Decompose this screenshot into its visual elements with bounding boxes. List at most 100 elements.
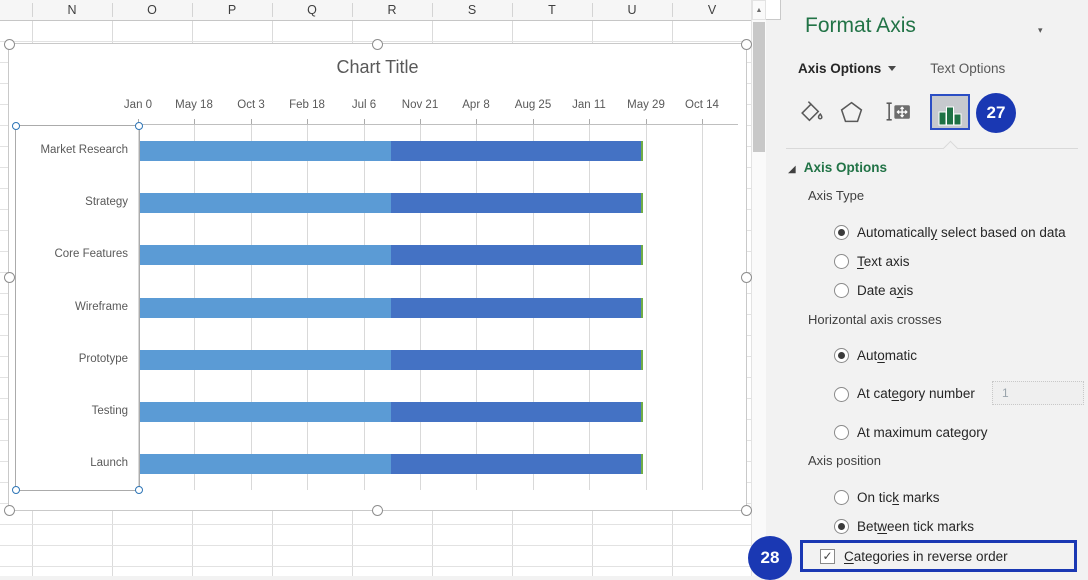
bar-segment-series3[interactable] [641, 298, 643, 318]
chart-gridline [646, 125, 647, 490]
chart-resize-handle[interactable] [4, 272, 15, 283]
axis-options-section-header[interactable]: ◢ Axis Options [788, 160, 887, 175]
column-header[interactable]: S [432, 0, 512, 20]
radio-icon[interactable] [834, 224, 849, 240]
bar-segment-series3[interactable] [641, 402, 643, 422]
bar-segment-series1[interactable] [139, 141, 391, 161]
paint-bucket-icon [801, 101, 823, 122]
bar-segment-series3[interactable] [641, 245, 643, 265]
radio-date-axis[interactable]: Date axis [834, 280, 913, 300]
checkbox-icon[interactable]: ✓ [820, 548, 835, 564]
axis-type-label: Axis Type [808, 188, 865, 203]
chart-resize-handle[interactable] [4, 505, 15, 516]
pane-corner-box [766, 0, 781, 20]
chart-resize-handle[interactable] [741, 272, 752, 283]
radio-icon[interactable] [834, 424, 849, 440]
pane-collapse-icon[interactable]: ▾ [1038, 25, 1043, 36]
axis-selection-handle[interactable] [12, 486, 20, 494]
x-axis-tick-label: Apr 8 [462, 99, 490, 111]
chart-resize-handle[interactable] [372, 39, 383, 50]
radio-automatically-select[interactable]: Automatically select based on data [834, 222, 1066, 242]
bar-segment-series1[interactable] [139, 245, 391, 265]
axis-tick-mark [702, 119, 703, 124]
chart-resize-handle[interactable] [741, 39, 752, 50]
bar-segment-series1[interactable] [139, 454, 391, 474]
radio-automatic[interactable]: Automatic [834, 345, 917, 365]
radio-between-tick-marks[interactable]: Between tick marks [834, 516, 974, 536]
column-header[interactable]: U [592, 0, 672, 20]
bar-segment-series1[interactable] [139, 298, 391, 318]
axis-options-dropdown-icon[interactable] [888, 66, 897, 71]
column-header-row[interactable]: NOPQRSTUV [0, 0, 751, 21]
chart-resize-handle[interactable] [741, 505, 752, 516]
bar-segment-series1[interactable] [139, 193, 391, 213]
effects-button[interactable] [838, 98, 865, 125]
bar-segment-series2[interactable] [391, 141, 641, 161]
checkbox-categories-reverse-order[interactable]: ✓ Categories in reverse order [820, 546, 1008, 566]
bar-segment-series3[interactable] [641, 350, 643, 370]
radio-text-axis[interactable]: Text axis [834, 251, 910, 271]
bar-segment-series3[interactable] [641, 141, 643, 161]
plot-area[interactable] [138, 119, 738, 490]
column-header[interactable]: O [112, 0, 192, 20]
x-axis-tick-label: Jan 0 [123, 99, 153, 111]
annotation-badge-28: 28 [748, 536, 792, 580]
x-axis-tick-label: Oct 3 [237, 99, 265, 111]
category-number-input[interactable]: 1 [992, 381, 1084, 405]
axis-tick-mark [194, 119, 195, 124]
axis-tick-mark [476, 119, 477, 124]
column-header[interactable]: V [672, 0, 752, 20]
section-expanded-icon[interactable]: ◢ [788, 164, 796, 175]
tab-text-options[interactable]: Text Options [930, 61, 1005, 76]
axis-selection-handle[interactable] [135, 122, 143, 130]
radio-icon[interactable] [834, 282, 849, 298]
grid-hline [0, 545, 751, 546]
radio-on-tick-marks[interactable]: On tick marks [834, 487, 940, 507]
bar-segment-series1[interactable] [139, 402, 391, 422]
format-axis-pane: Format Axis ▾ Axis Options Text Options [766, 0, 1088, 576]
size-properties-button[interactable] [885, 98, 913, 125]
fill-line-button[interactable] [798, 98, 825, 125]
x-axis-tick-label: Feb 18 [289, 99, 325, 111]
column-header[interactable]: R [352, 0, 432, 20]
radio-icon[interactable] [834, 386, 849, 402]
chart-resize-handle[interactable] [4, 39, 15, 50]
category-axis-selection-box[interactable] [12, 122, 143, 494]
axis-crosses-label: Horizontal axis crosses [808, 312, 942, 327]
column-header[interactable]: N [32, 0, 112, 20]
grid-hline [0, 524, 751, 525]
radio-at-maximum-category[interactable]: At maximum category [834, 422, 988, 442]
axis-tick-mark [364, 119, 365, 124]
scroll-up-button[interactable]: ▲ [752, 0, 766, 20]
bar-segment-series2[interactable] [391, 193, 641, 213]
radio-icon[interactable] [834, 489, 849, 505]
chart-resize-handle[interactable] [372, 505, 383, 516]
radio-at-category-number[interactable]: At category number [834, 372, 975, 416]
bar-segment-series3[interactable] [641, 454, 643, 474]
gantt-chart[interactable]: Chart Title Jan 0 May 18 Oct 3 Feb 18 Jul 6 N… [4, 39, 752, 516]
axis-selection-handle[interactable] [135, 486, 143, 494]
bar-segment-series1[interactable] [139, 350, 391, 370]
axis-selection-handle[interactable] [12, 122, 20, 130]
pane-separator [786, 148, 1078, 149]
chart-gridline [702, 125, 703, 490]
x-axis-tick-label: Jan 11 [572, 99, 606, 111]
bar-segment-series2[interactable] [391, 245, 641, 265]
column-header[interactable]: Q [272, 0, 352, 20]
vertical-scrollbar[interactable]: ▲ [751, 0, 766, 576]
scrollbar-thumb[interactable] [753, 22, 765, 152]
radio-icon[interactable] [834, 518, 849, 534]
chart-title[interactable]: Chart Title [9, 57, 746, 78]
pane-title: Format Axis [805, 14, 916, 37]
bar-segment-series2[interactable] [391, 454, 641, 474]
bar-segment-series2[interactable] [391, 350, 641, 370]
radio-icon[interactable] [834, 347, 849, 363]
bar-segment-series3[interactable] [641, 193, 643, 213]
axis-options-icon-button-selected[interactable] [930, 94, 970, 130]
radio-icon[interactable] [834, 253, 849, 269]
column-header[interactable]: T [512, 0, 592, 20]
column-header[interactable]: P [192, 0, 272, 20]
bar-segment-series2[interactable] [391, 298, 641, 318]
tab-axis-options[interactable]: Axis Options [798, 61, 881, 76]
bar-segment-series2[interactable] [391, 402, 641, 422]
